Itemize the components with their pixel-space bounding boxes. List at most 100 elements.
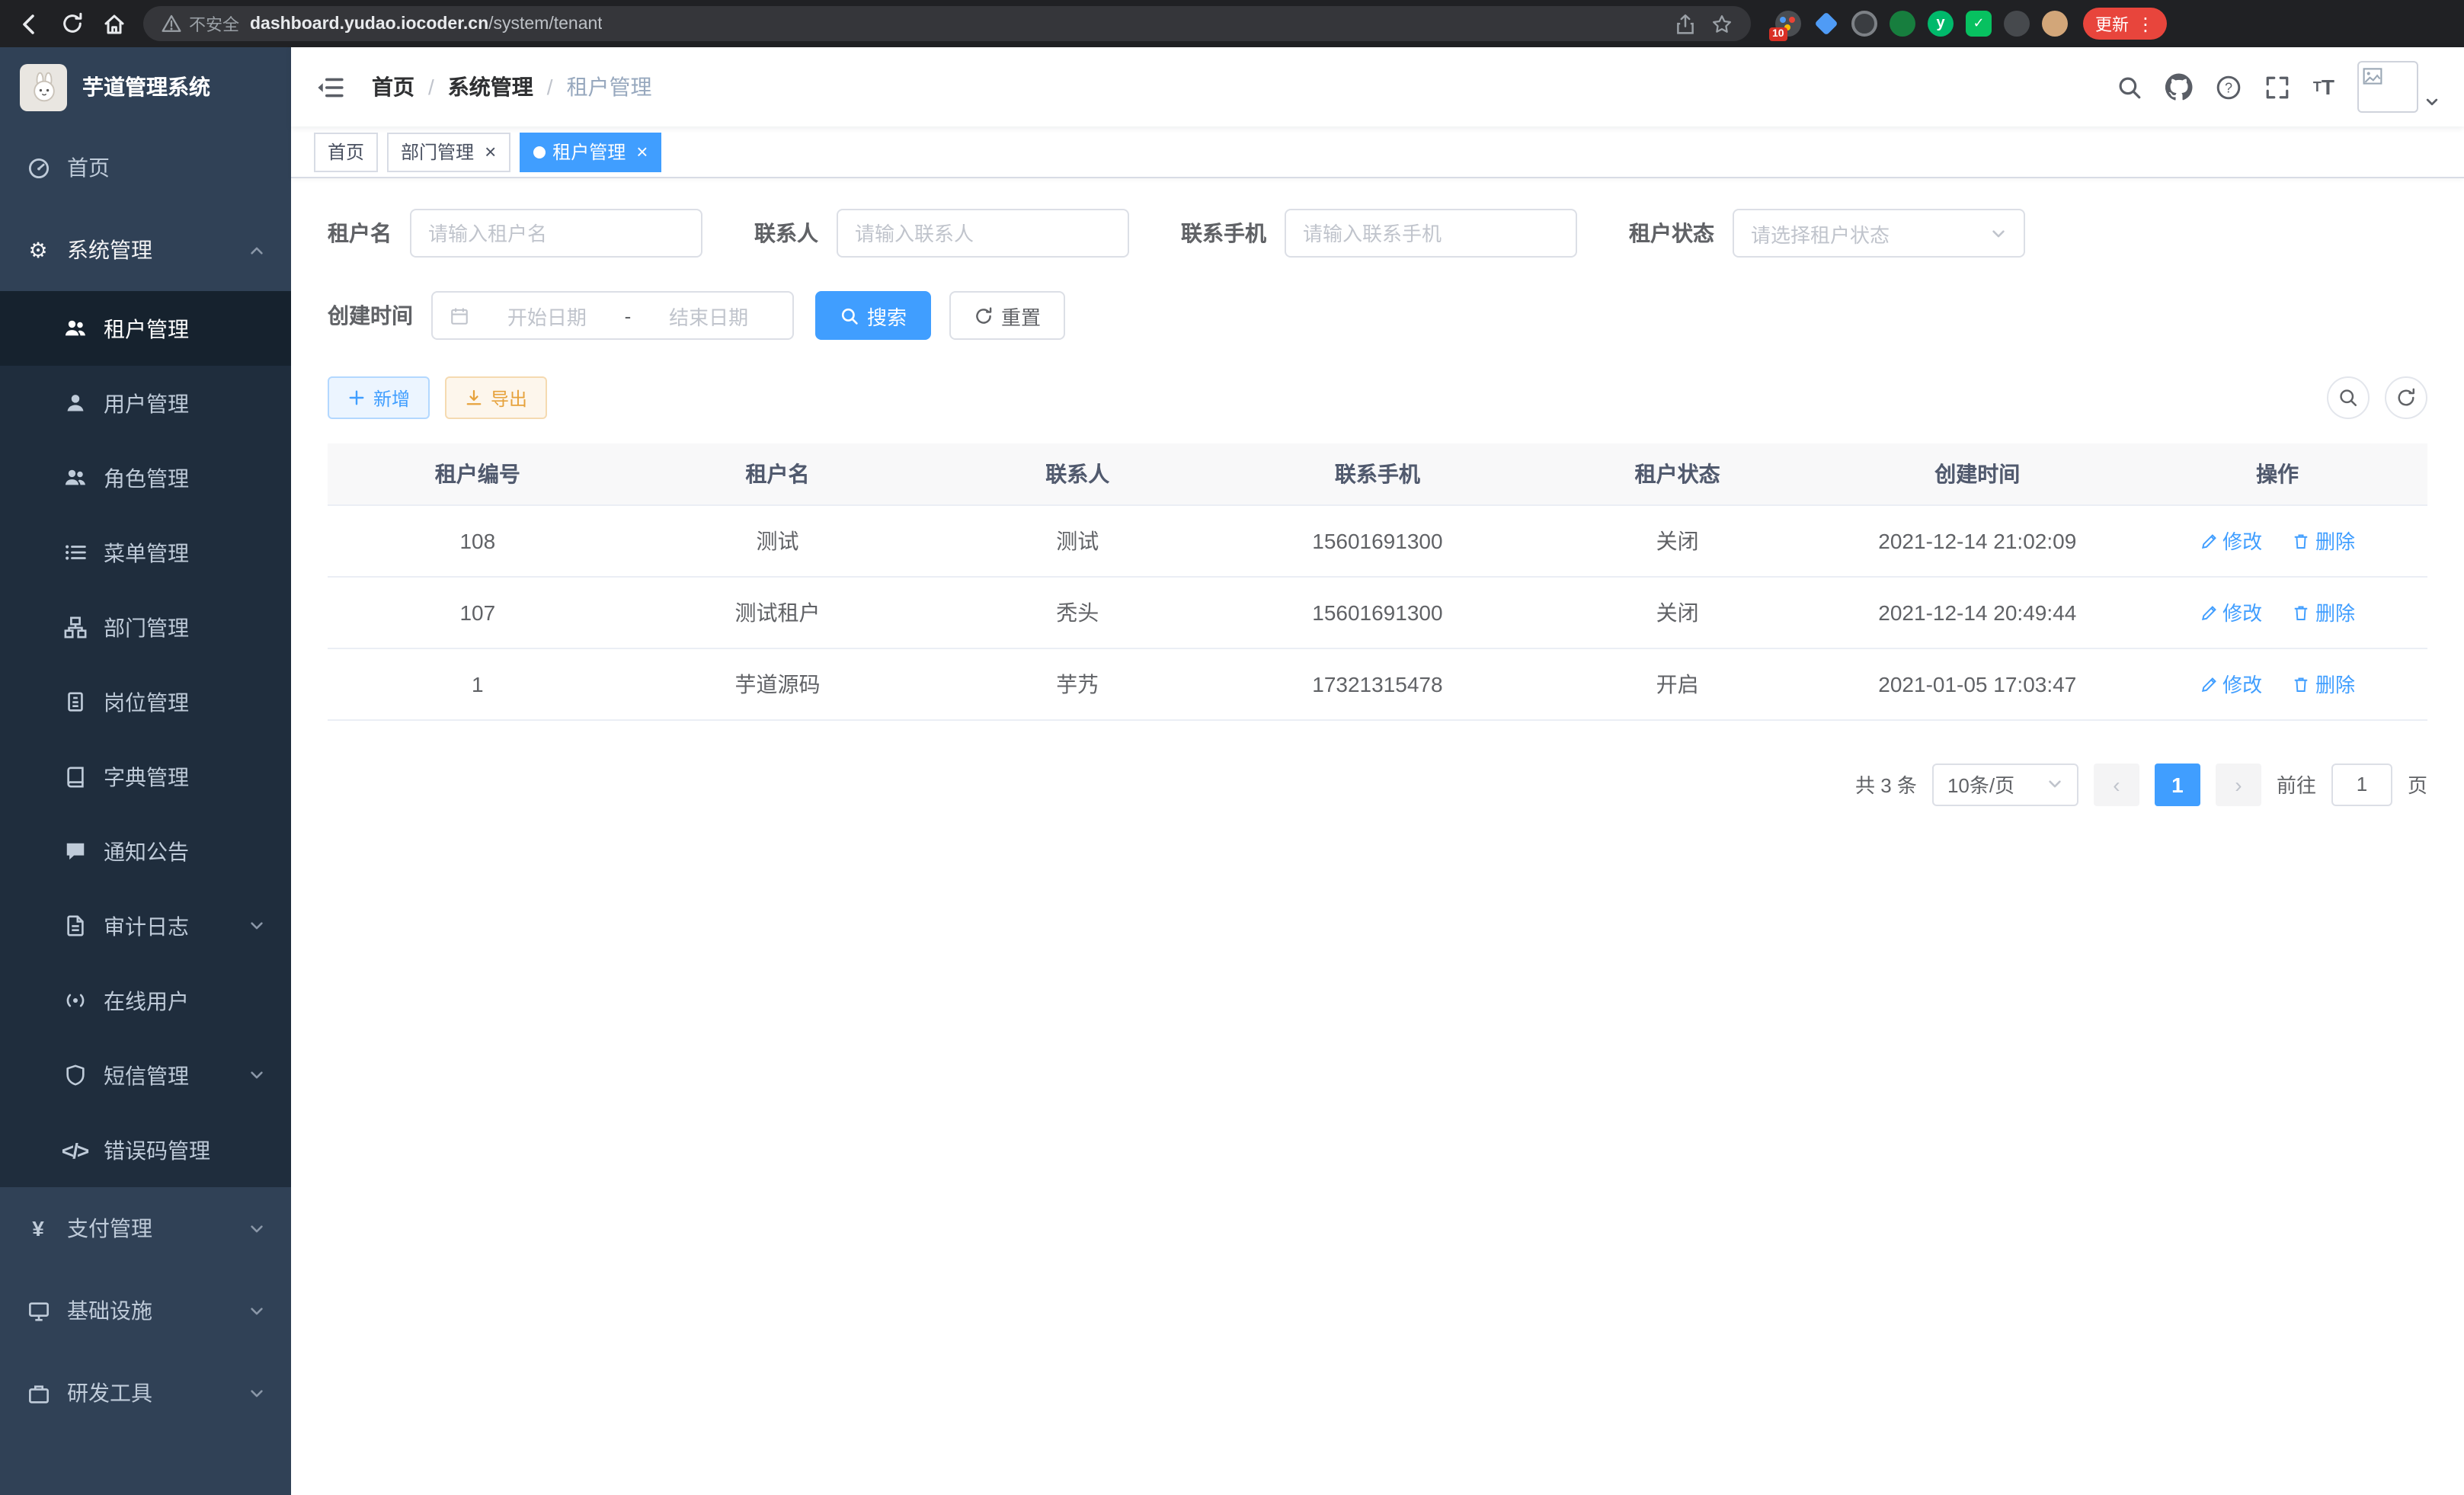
edit-link[interactable]: 修改 xyxy=(2200,526,2262,555)
chat-icon xyxy=(62,839,87,863)
filter-label: 租户状态 xyxy=(1629,218,1714,248)
extension-diamond-icon[interactable] xyxy=(1813,11,1839,37)
extension-badge: 10 xyxy=(1769,27,1787,41)
breadcrumb-system[interactable]: 系统管理 xyxy=(448,72,533,102)
extension-y-icon[interactable]: y xyxy=(1928,11,1954,37)
tenant-name-input[interactable] xyxy=(410,209,702,258)
broken-image-icon xyxy=(2362,66,2383,87)
extension-green-icon[interactable] xyxy=(1890,11,1915,37)
extension-monkey-icon[interactable] xyxy=(2042,11,2068,37)
sidebar-item-roles[interactable]: 角色管理 xyxy=(0,440,291,515)
prev-page-button[interactable]: ‹ xyxy=(2094,763,2139,805)
cell-status: 关闭 xyxy=(1528,576,1828,648)
tab-home[interactable]: 首页 xyxy=(314,132,378,171)
briefcase-icon xyxy=(26,1381,50,1405)
back-icon[interactable] xyxy=(15,10,43,37)
search-button[interactable]: 搜索 xyxy=(815,291,931,340)
sidebar-item-label: 菜单管理 xyxy=(104,537,189,568)
tab-departments[interactable]: 部门管理 × xyxy=(387,132,510,171)
sidebar-item-system[interactable]: ⚙ 系统管理 xyxy=(0,209,291,291)
edit-link[interactable]: 修改 xyxy=(2200,669,2262,698)
sidebar: 芋道管理系统 首页 ⚙ 系统管理 租户管理 用户管理 xyxy=(0,47,291,1495)
sidebar-item-notice[interactable]: 通知公告 xyxy=(0,814,291,888)
delete-link[interactable]: 删除 xyxy=(2293,597,2355,626)
export-button[interactable]: 导出 xyxy=(445,376,547,419)
refresh-icon[interactable] xyxy=(58,10,85,37)
page-number-button[interactable]: 1 xyxy=(2155,763,2200,805)
page-size-select[interactable]: 10条/页 xyxy=(1932,763,2078,805)
contact-input-field[interactable] xyxy=(855,222,1111,245)
refresh-table-icon[interactable] xyxy=(2385,376,2427,419)
extension-chat-icon[interactable]: ✓ xyxy=(1966,11,1992,37)
security-warning[interactable]: 不安全 xyxy=(162,11,239,36)
hide-search-icon[interactable] xyxy=(2327,376,2370,419)
browser-update-button[interactable]: 更新 ⋮ xyxy=(2083,8,2167,40)
sidebar-item-label: 研发工具 xyxy=(67,1378,152,1408)
column-header: 联系手机 xyxy=(1227,443,1528,504)
sidebar-item-dev-tools[interactable]: 研发工具 xyxy=(0,1352,291,1434)
extension-tabs-icon[interactable]: 10 xyxy=(1775,11,1801,37)
close-icon[interactable]: × xyxy=(636,142,648,162)
sidebar-item-dict[interactable]: 字典管理 xyxy=(0,739,291,814)
sidebar-item-label: 短信管理 xyxy=(104,1060,189,1090)
sidebar-item-audit-log[interactable]: 审计日志 xyxy=(0,888,291,963)
update-label: 更新 xyxy=(2095,11,2129,36)
delete-link[interactable]: 删除 xyxy=(2293,669,2355,698)
filter-row-2: 创建时间 开始日期 - 结束日期 搜索 重置 xyxy=(328,291,2427,340)
bookmark-star-icon[interactable] xyxy=(1711,13,1733,34)
sidebar-item-tenant[interactable]: 租户管理 xyxy=(0,291,291,366)
goto-page-input[interactable] xyxy=(2331,763,2392,805)
sidebar-fold-icon[interactable] xyxy=(315,72,344,101)
breadcrumb-home[interactable]: 首页 xyxy=(372,72,414,102)
sidebar-item-sms[interactable]: 短信管理 xyxy=(0,1038,291,1112)
delete-link[interactable]: 删除 xyxy=(2293,526,2355,555)
home-icon[interactable] xyxy=(101,10,128,37)
sidebar-item-infrastructure[interactable]: 基础设施 xyxy=(0,1269,291,1352)
date-range-picker[interactable]: 开始日期 - 结束日期 xyxy=(431,291,794,340)
sidebar-logo[interactable]: 芋道管理系统 xyxy=(0,47,291,126)
edit-link[interactable]: 修改 xyxy=(2200,597,2262,626)
browser-toolbar: 不安全 dashboard.yudao.iocoder.cn/system/te… xyxy=(0,0,2464,47)
share-icon[interactable] xyxy=(1675,13,1696,34)
sidebar-item-payment[interactable]: ¥ 支付管理 xyxy=(0,1187,291,1269)
tab-tenant[interactable]: 租户管理 × xyxy=(519,132,661,171)
extensions-tray: 10 y ✓ xyxy=(1775,11,2068,37)
github-icon[interactable] xyxy=(2165,73,2193,101)
filter-label: 创建时间 xyxy=(328,300,413,331)
status-select[interactable]: 请选择租户状态 xyxy=(1733,209,2025,258)
badge-icon xyxy=(62,690,87,714)
search-icon[interactable] xyxy=(2117,74,2142,100)
extension-ring-icon[interactable] xyxy=(1851,11,1877,37)
page-content: 租户名 联系人 联系手机 xyxy=(291,178,2464,1495)
sidebar-item-menus[interactable]: 菜单管理 xyxy=(0,515,291,590)
avatar[interactable] xyxy=(2357,61,2418,113)
next-page-button[interactable]: › xyxy=(2216,763,2261,805)
kebab-menu-icon[interactable]: ⋮ xyxy=(2136,13,2155,34)
sidebar-item-departments[interactable]: 部门管理 xyxy=(0,590,291,664)
font-size-icon[interactable]: TT xyxy=(2313,75,2334,99)
filter-contact: 联系人 xyxy=(754,209,1129,258)
sidebar-item-label: 字典管理 xyxy=(104,761,189,792)
phone-input[interactable] xyxy=(1285,209,1577,258)
user-avatar-menu[interactable] xyxy=(2357,61,2440,113)
phone-input-field[interactable] xyxy=(1303,222,1559,245)
fullscreen-icon[interactable] xyxy=(2264,74,2290,100)
table-tools xyxy=(2327,376,2427,419)
reset-button[interactable]: 重置 xyxy=(949,291,1065,340)
add-button[interactable]: 新增 xyxy=(328,376,430,419)
sidebar-item-users[interactable]: 用户管理 xyxy=(0,366,291,440)
signal-icon xyxy=(62,988,87,1013)
tab-label: 部门管理 xyxy=(401,139,474,165)
sidebar-item-error-codes[interactable]: </> 错误码管理 xyxy=(0,1112,291,1187)
tenant-name-input-field[interactable] xyxy=(428,222,684,245)
delete-label: 删除 xyxy=(2315,669,2355,698)
help-icon[interactable]: ? xyxy=(2216,74,2242,100)
contact-input[interactable] xyxy=(837,209,1129,258)
cell-tenant-name: 测试 xyxy=(628,504,928,576)
address-bar[interactable]: 不安全 dashboard.yudao.iocoder.cn/system/te… xyxy=(143,6,1751,41)
sidebar-item-posts[interactable]: 岗位管理 xyxy=(0,664,291,739)
close-icon[interactable]: × xyxy=(485,142,496,162)
sidebar-item-home[interactable]: 首页 xyxy=(0,126,291,209)
sidebar-item-online-users[interactable]: 在线用户 xyxy=(0,963,291,1038)
extension-puzzle-icon[interactable] xyxy=(2004,11,2030,37)
